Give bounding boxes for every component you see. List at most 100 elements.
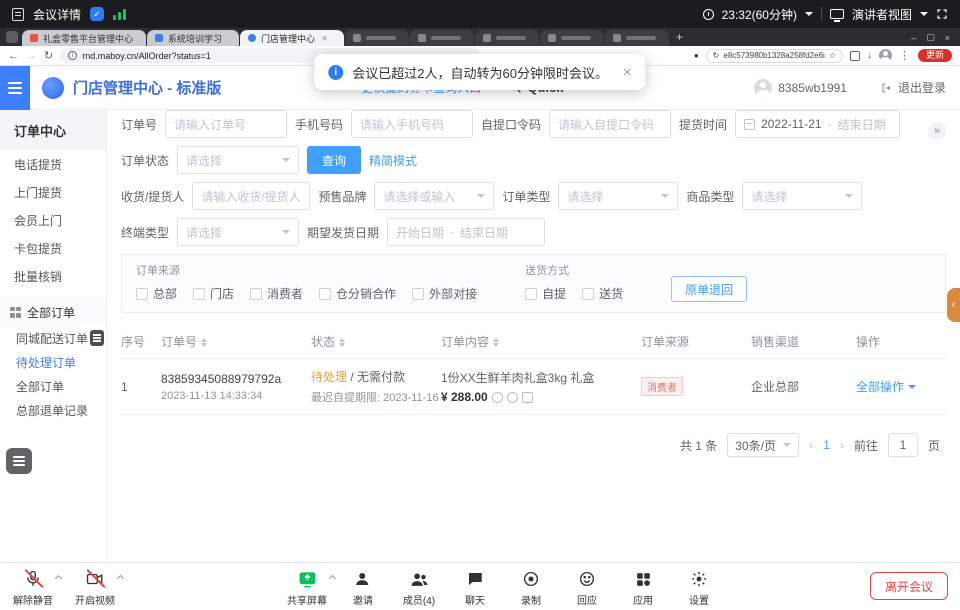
bookmark-star-icon[interactable]: ☆: [829, 51, 836, 60]
browser-tab[interactable]: 系统培训学习: [147, 30, 239, 46]
browser-tab[interactable]: [605, 30, 669, 46]
sort-icon[interactable]: [493, 338, 499, 347]
col-content[interactable]: 订单内容: [441, 333, 641, 350]
browser-tab[interactable]: 礼盒零售平台管理中心: [22, 30, 146, 46]
network-signal-icon[interactable]: [113, 8, 126, 20]
extensions-icon[interactable]: [850, 51, 860, 61]
goto-page-input[interactable]: [888, 433, 918, 457]
site-info-icon[interactable]: i: [68, 51, 77, 60]
meeting-timer[interactable]: 23:32(60分钟): [722, 6, 797, 23]
chevron-up-icon[interactable]: [117, 575, 124, 582]
order-no-input[interactable]: 请输入订单号: [165, 110, 287, 138]
chat-button[interactable]: 聊天: [448, 568, 502, 607]
leave-meeting-button[interactable]: 离开会议: [870, 572, 948, 600]
browser-tab-active[interactable]: 门店管理中心 ×: [240, 30, 344, 46]
chevron-down-icon[interactable]: [920, 12, 928, 16]
query-button[interactable]: 查询: [307, 146, 361, 174]
sidebar-item-member-visit[interactable]: 会员上门: [0, 206, 106, 234]
floating-list-widget[interactable]: [6, 448, 32, 474]
toast-close-icon[interactable]: ×: [623, 64, 632, 81]
sort-icon[interactable]: [339, 338, 345, 347]
apps-button[interactable]: 应用: [616, 568, 670, 607]
presale-brand-select[interactable]: 请选择或输入: [374, 182, 494, 210]
sort-icon[interactable]: [201, 338, 207, 347]
expand-side-panel-handle[interactable]: ‹: [947, 288, 960, 322]
page-number[interactable]: 1: [823, 438, 830, 452]
receiver-input[interactable]: 请输入收货/提货人: [192, 182, 310, 210]
pickup-code-input[interactable]: 请输入自提口令码: [549, 110, 671, 138]
back-icon[interactable]: ←: [8, 50, 19, 62]
sidebar-item-all-orders[interactable]: 全部订单: [0, 374, 106, 398]
fullscreen-icon[interactable]: [936, 8, 948, 20]
logout-button[interactable]: 退出登录: [881, 79, 946, 96]
unmute-button[interactable]: 解除静音: [6, 568, 60, 607]
checkbox-option-self-pickup[interactable]: 自提: [525, 285, 566, 302]
chevron-up-icon[interactable]: [329, 575, 336, 582]
col-status[interactable]: 状态: [311, 333, 441, 350]
shield-check-icon[interactable]: ✓: [90, 7, 104, 21]
record-button[interactable]: 录制: [504, 568, 558, 607]
members-button[interactable]: 成员(4): [392, 568, 446, 607]
start-video-button[interactable]: 开启视频: [68, 568, 122, 607]
order-status-select[interactable]: 请选择: [177, 146, 299, 174]
order-number[interactable]: 83859345088979792a: [161, 372, 311, 386]
tab-search-icon[interactable]: [6, 31, 18, 43]
order-type-select[interactable]: 请选择: [558, 182, 678, 210]
sidebar-group-all-orders[interactable]: 全部订单: [0, 298, 106, 326]
hamburger-menu-button[interactable]: [0, 66, 30, 110]
browser-tab[interactable]: [540, 30, 604, 46]
secondary-address[interactable]: ↻ e8c573980b1328a258fd2e6i ☆: [706, 49, 843, 63]
close-icon[interactable]: ×: [945, 33, 950, 43]
collapse-panel-icon[interactable]: »: [928, 122, 946, 140]
new-tab-icon[interactable]: +: [676, 30, 683, 44]
browser-tab[interactable]: [410, 30, 474, 46]
reload-icon[interactable]: ↻: [44, 49, 53, 62]
checkbox-option-store[interactable]: 门店: [193, 285, 234, 302]
settings-button[interactable]: 设置: [672, 568, 726, 607]
ship-date-range-input[interactable]: 开始日期 - 结束日期: [387, 218, 545, 246]
col-source: 订单来源: [641, 333, 751, 350]
sidebar-item-pending-orders[interactable]: 待处理订单: [0, 350, 106, 374]
chevron-down-icon[interactable]: [805, 12, 813, 16]
goods-type-select[interactable]: 请选择: [742, 182, 862, 210]
browser-tab[interactable]: [475, 30, 539, 46]
checkbox-option-warehouse-coop[interactable]: 仓分销合作: [319, 285, 396, 302]
browser-update-button[interactable]: 更新: [918, 49, 952, 62]
minimize-icon[interactable]: –: [911, 33, 916, 43]
original-order-return-button[interactable]: 原单退回: [671, 276, 747, 302]
phone-input[interactable]: 请输入手机号码: [351, 110, 473, 138]
tab-close-icon[interactable]: ×: [322, 33, 327, 43]
all-actions-dropdown[interactable]: 全部操作: [856, 378, 946, 395]
next-page-icon[interactable]: ›: [840, 438, 844, 452]
share-screen-button[interactable]: 共享屏幕: [280, 568, 334, 607]
sidebar-item-batch-verify[interactable]: 批量核销: [0, 262, 106, 290]
view-mode-label[interactable]: 演讲者视图: [852, 6, 912, 23]
terminal-type-select[interactable]: 请选择: [177, 218, 299, 246]
menu-kebab-icon[interactable]: ⋮: [899, 49, 911, 62]
drag-handle-widget[interactable]: [90, 330, 104, 346]
downloads-icon[interactable]: ↓: [867, 50, 872, 61]
col-order-no[interactable]: 订单号: [161, 333, 311, 350]
user-avatar-icon[interactable]: [754, 79, 772, 97]
maximize-icon[interactable]: ▢: [926, 32, 935, 43]
reaction-button[interactable]: 回应: [560, 568, 614, 607]
forward-icon[interactable]: →: [26, 50, 37, 62]
browser-profile-avatar[interactable]: [879, 49, 892, 62]
sidebar-item-card-pickup[interactable]: 卡包提货: [0, 234, 106, 262]
checkbox-option-hq[interactable]: 总部: [136, 285, 177, 302]
checkbox-option-delivery[interactable]: 送货: [582, 285, 623, 302]
meeting-details-label[interactable]: 会议详情: [33, 6, 81, 23]
checkbox-option-external[interactable]: 外部对接: [412, 285, 477, 302]
sidebar-item-hq-refund-records[interactable]: 总部退单记录: [0, 398, 106, 422]
simple-mode-link[interactable]: 精简模式: [369, 152, 417, 169]
pickup-date-range-input[interactable]: 2022-11-21 - 结束日期: [735, 110, 900, 138]
invite-button[interactable]: 邀请: [336, 568, 390, 607]
sidebar-item-door-pickup[interactable]: 上门提货: [0, 178, 106, 206]
chevron-up-icon[interactable]: [55, 575, 62, 582]
checkbox-option-consumer[interactable]: 消费者: [250, 285, 303, 302]
sidebar-item-phone-pickup[interactable]: 电话提货: [0, 150, 106, 178]
prev-page-icon[interactable]: ‹: [809, 438, 813, 452]
browser-tab[interactable]: [345, 30, 409, 46]
item-label: 录制: [521, 592, 541, 607]
page-size-select[interactable]: 30条/页: [727, 433, 799, 457]
